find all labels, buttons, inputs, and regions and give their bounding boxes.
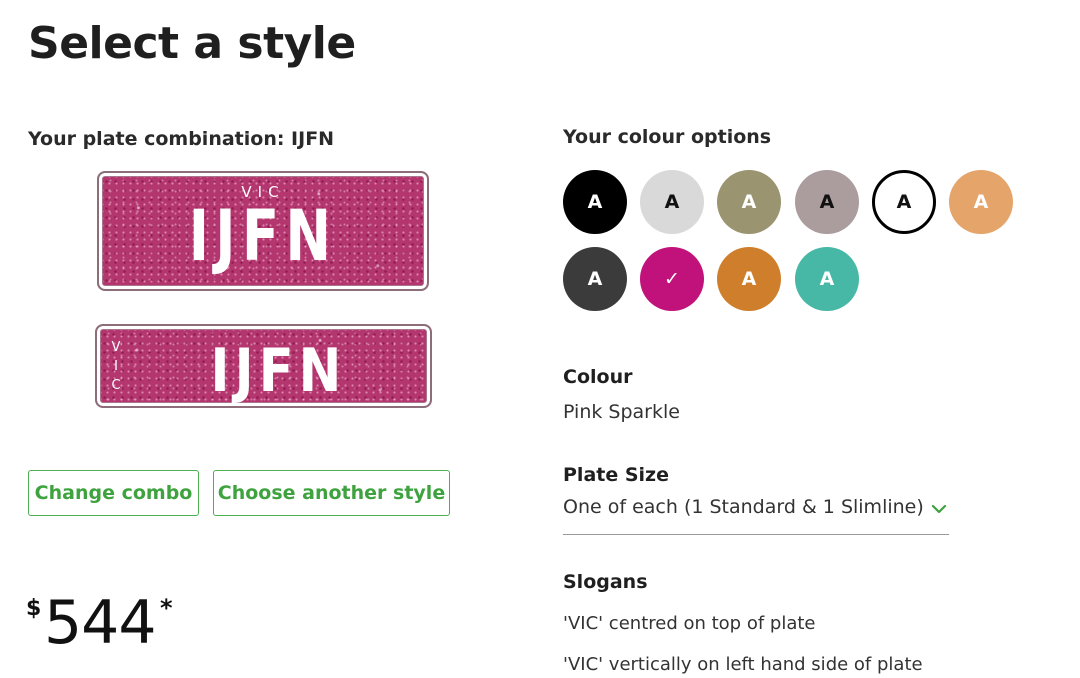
plate-state-vertical: V I C xyxy=(111,340,121,393)
price-amount: 544 xyxy=(44,588,157,658)
colour-swatch-light-grey[interactable]: A xyxy=(640,170,704,234)
colour-swatch-olive[interactable]: A xyxy=(717,170,781,234)
slogans-label: Slogans xyxy=(563,571,648,593)
slogan-option[interactable]: 'VIC' vertically on left hand side of pl… xyxy=(563,654,923,675)
price-asterisk: * xyxy=(160,594,173,622)
colour-value: Pink Sparkle xyxy=(563,401,680,423)
plate-combination-text: IJFN xyxy=(210,336,347,406)
colour-swatch-teal[interactable]: A xyxy=(795,247,859,311)
slimline-plate-preview: V I C IJFN xyxy=(95,324,432,408)
standard-plate-preview: VIC IJFN xyxy=(97,171,429,291)
plate-combination-text: IJFN xyxy=(188,195,338,277)
colour-swatch-pink-sparkle[interactable]: ✓ xyxy=(640,247,704,311)
colour-swatch-black[interactable]: A xyxy=(563,170,627,234)
chevron-down-icon xyxy=(931,500,947,519)
colour-swatch-white[interactable]: A xyxy=(872,170,936,234)
plate-combination-label: Your plate combination: IJFN xyxy=(28,128,335,150)
colour-options-heading: Your colour options xyxy=(563,126,772,148)
colour-swatch-charcoal[interactable]: A xyxy=(563,247,627,311)
colour-swatch-peach[interactable]: A xyxy=(949,170,1013,234)
price-currency: $ xyxy=(26,596,42,621)
colour-label: Colour xyxy=(563,366,633,388)
colour-swatch-mauve-grey[interactable]: A xyxy=(795,170,859,234)
colour-swatch-orange[interactable]: A xyxy=(717,247,781,311)
choose-another-style-button[interactable]: Choose another style xyxy=(213,470,450,516)
slogan-option[interactable]: 'VIC' centred on top of plate xyxy=(563,613,816,634)
plate-size-value: One of each (1 Standard & 1 Slimline) xyxy=(563,496,924,518)
change-combo-button[interactable]: Change combo xyxy=(28,470,199,516)
plate-size-select[interactable]: One of each (1 Standard & 1 Slimline) xyxy=(563,493,949,535)
plate-size-label: Plate Size xyxy=(563,464,669,486)
page-title: Select a style xyxy=(28,18,356,69)
